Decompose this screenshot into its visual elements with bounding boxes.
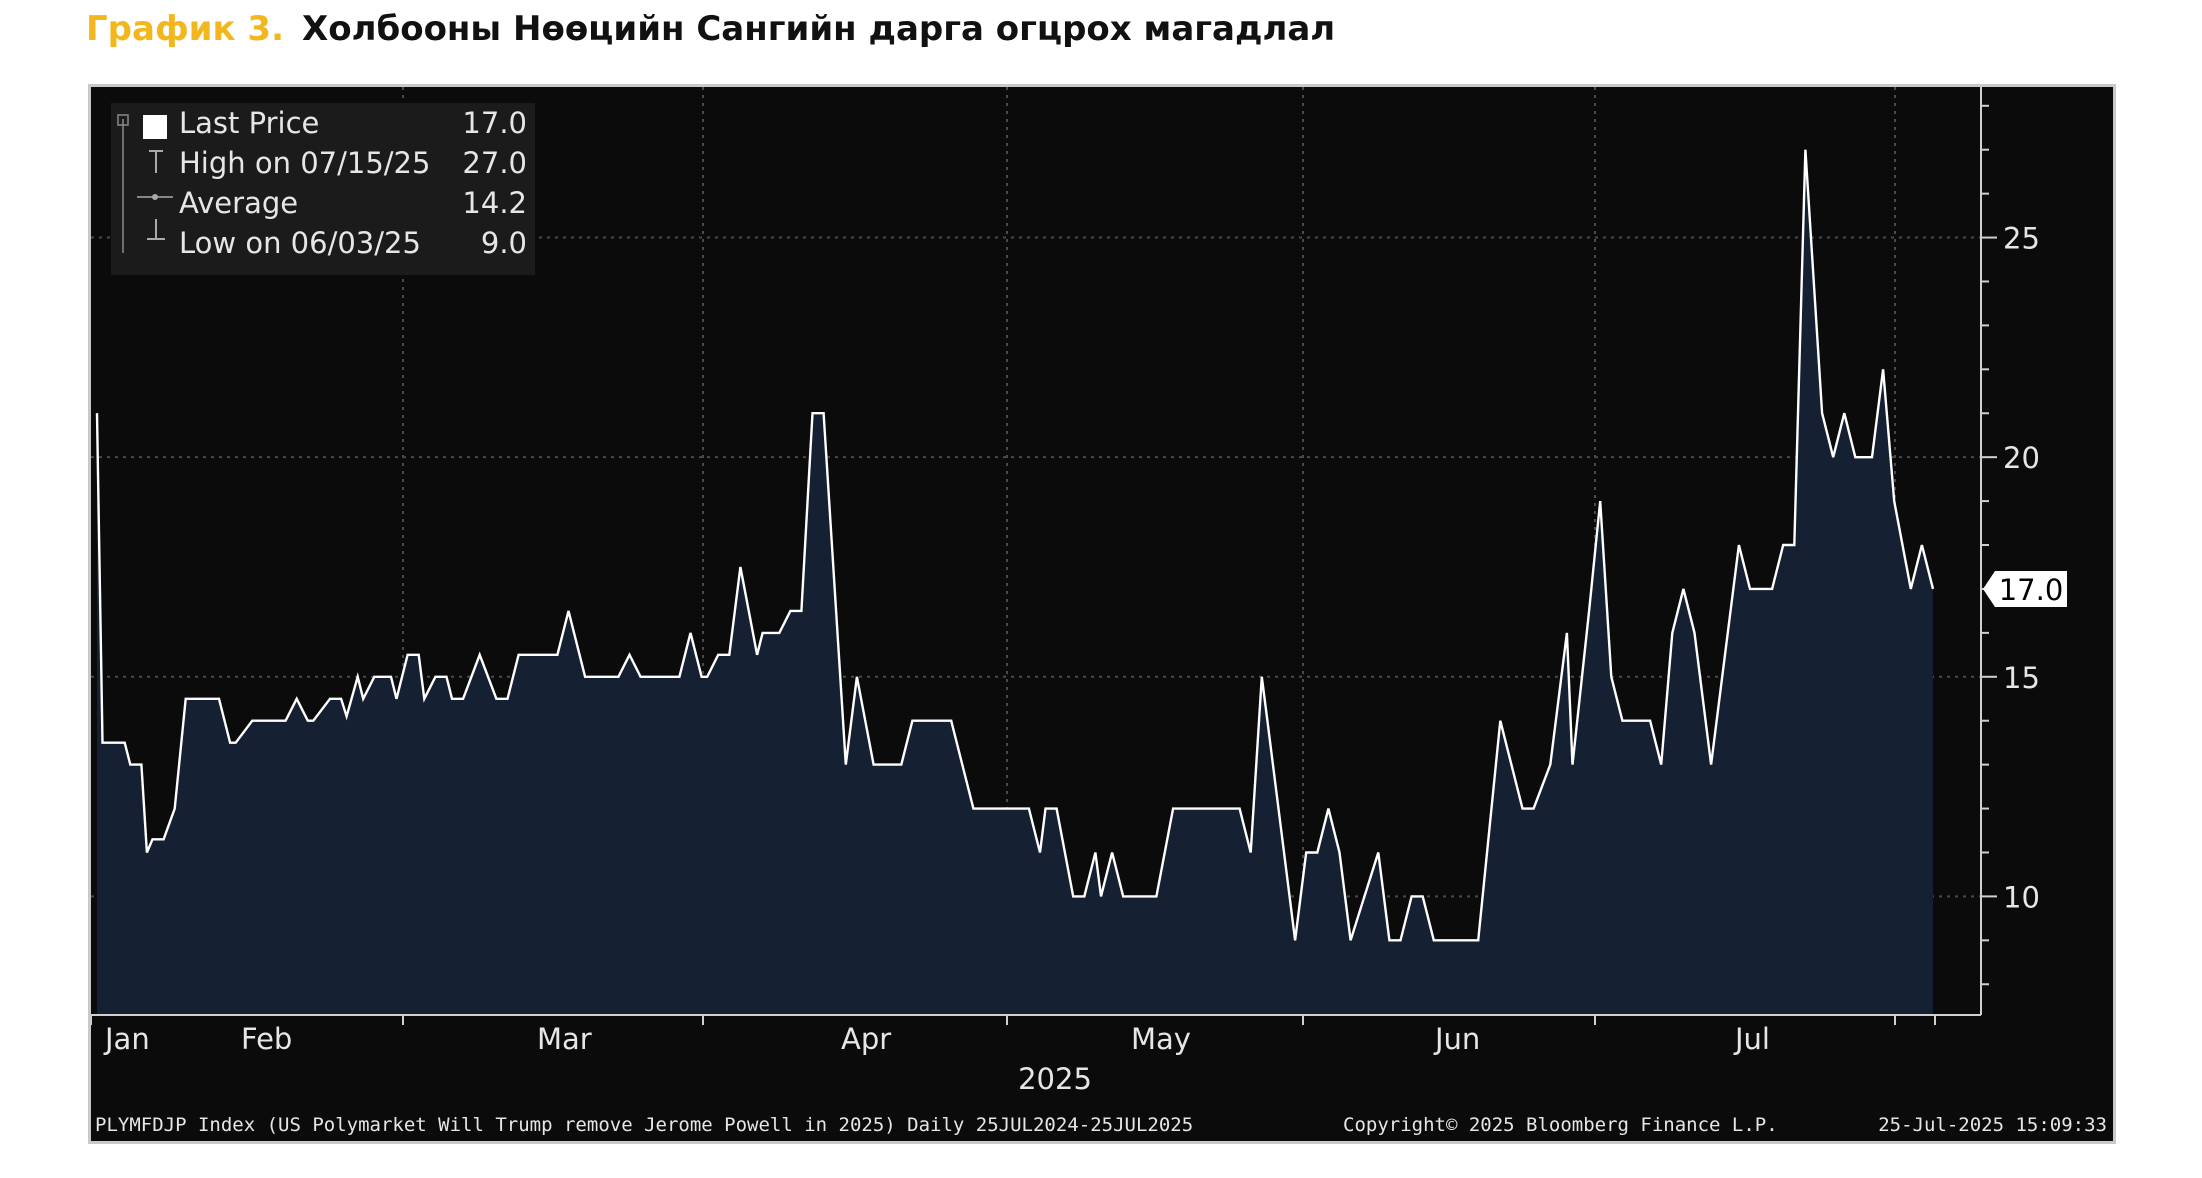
series-area [97, 149, 1933, 1015]
legend-value: 27.0 [462, 146, 527, 180]
y-tick-label: 25 [2003, 222, 2040, 256]
footer-timestamp: 25-Jul-2025 15:09:33 [1878, 1114, 2107, 1136]
x-tick-label: Jan [103, 1022, 150, 1056]
chart-title: График 3. Холбооны Нөөцийн Сангийн дарга … [86, 4, 1335, 54]
current-value-tag: 17.0 [1983, 570, 2067, 607]
y-tick-label: 10 [2003, 880, 2040, 914]
y-tick-label: 15 [2003, 661, 2040, 695]
value-tag-text: 17.0 [1999, 573, 2064, 607]
legend-label: Last Price [179, 106, 319, 140]
legend-label: High on 07/15/25 [179, 146, 430, 180]
x-tick-label: Jul [1733, 1022, 1770, 1056]
x-tick-label: Apr [841, 1022, 891, 1056]
average-dot-icon [152, 194, 158, 200]
chart-panel: 10 15 20 25 Jan Feb Mar Apr May Jun Jul 2025 Last P… [88, 84, 2116, 1144]
legend-swatch [143, 115, 167, 139]
footer: PLYMFDJP Index (US Polymarket Will Trump… [95, 1114, 2107, 1136]
y-tick-label: 20 [2003, 441, 2040, 475]
price-chart: 10152025Jan Feb Mar Apr May Jun Jul2025 Last P… [91, 87, 2107, 1136]
footer-source: PLYMFDJP Index (US Polymarket Will Trump… [95, 1114, 1193, 1136]
year-label: 2025 [1018, 1062, 1092, 1096]
legend-label: Average [179, 186, 298, 220]
x-tick-label: Jun [1433, 1022, 1480, 1056]
x-tick-label: Mar [537, 1022, 592, 1056]
legend: Last Price 17.0 High on 07/15/25 27.0 Averag… [111, 103, 535, 275]
legend-value: 9.0 [481, 226, 527, 260]
x-tick-label: Feb [241, 1022, 292, 1056]
legend-value: 14.2 [462, 186, 527, 220]
legend-value: 17.0 [462, 106, 527, 140]
chart-label: График 3. [86, 9, 284, 49]
footer-copyright: Copyright© 2025 Bloomberg Finance L.P. [1343, 1114, 1778, 1136]
legend-label: Low on 06/03/25 [179, 226, 421, 260]
x-tick-label: May [1131, 1022, 1191, 1056]
chart-title-text: Холбооны Нөөцийн Сангийн дарга огцрох ма… [302, 9, 1336, 49]
